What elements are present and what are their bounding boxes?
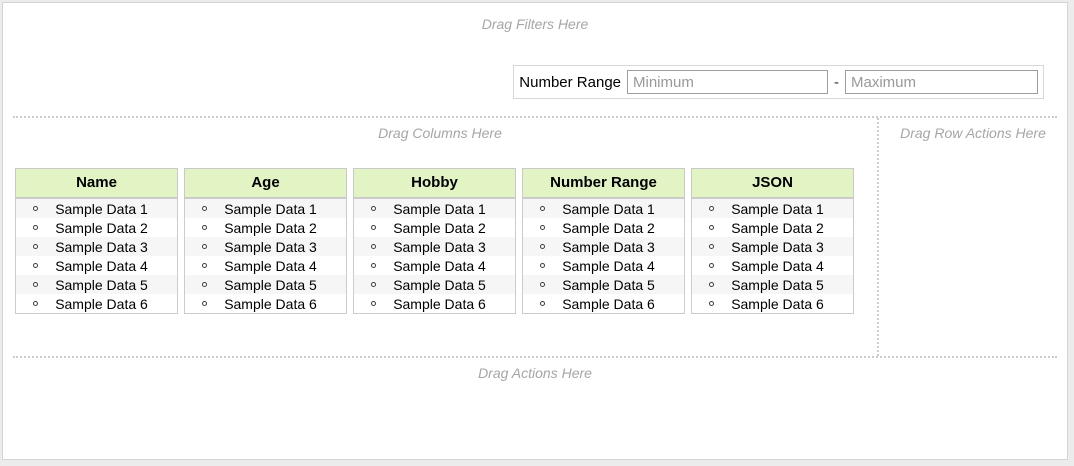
list-item: Sample Data 2 (523, 218, 684, 237)
column-header[interactable]: Name (15, 168, 178, 198)
column-number-range[interactable]: Number Range Sample Data 1 Sample Data 2… (522, 168, 685, 314)
list-item: Sample Data 2 (16, 218, 177, 237)
list-item: Sample Data 3 (692, 237, 853, 256)
list-item: Sample Data 5 (185, 275, 346, 294)
list-item: Sample Data 5 (523, 275, 684, 294)
filters-drop-hint: Drag Filters Here (3, 3, 1067, 32)
column-age[interactable]: Age Sample Data 1 Sample Data 2 Sample D… (184, 168, 347, 314)
list-item: Sample Data 5 (354, 275, 515, 294)
list-item: Sample Data 6 (523, 294, 684, 313)
row-actions-drop-zone[interactable]: Drag Row Actions Here (879, 118, 1067, 356)
columns-row: Name Sample Data 1 Sample Data 2 Sample … (15, 168, 877, 314)
main-zone: Drag Columns Here Name Sample Data 1 Sam… (3, 118, 1067, 356)
column-header[interactable]: Age (184, 168, 347, 198)
minimum-input[interactable] (627, 70, 828, 94)
list-item: Sample Data 2 (185, 218, 346, 237)
list-item: Sample Data 1 (354, 199, 515, 218)
list-item: Sample Data 4 (354, 256, 515, 275)
list-item: Sample Data 1 (523, 199, 684, 218)
list-item: Sample Data 5 (16, 275, 177, 294)
column-items: Sample Data 1 Sample Data 2 Sample Data … (522, 198, 685, 314)
column-items: Sample Data 1 Sample Data 2 Sample Data … (353, 198, 516, 314)
column-header[interactable]: Hobby (353, 168, 516, 198)
list-item: Sample Data 4 (185, 256, 346, 275)
list-item: Sample Data 6 (692, 294, 853, 313)
column-header[interactable]: JSON (691, 168, 854, 198)
list-item: Sample Data 4 (16, 256, 177, 275)
list-item: Sample Data 5 (692, 275, 853, 294)
filters-drop-zone[interactable]: Drag Filters Here Number Range - (3, 3, 1067, 116)
columns-drop-hint: Drag Columns Here (3, 118, 877, 141)
list-item: Sample Data 1 (185, 199, 346, 218)
row-actions-drop-hint: Drag Row Actions Here (879, 118, 1067, 141)
list-item: Sample Data 1 (692, 199, 853, 218)
list-item: Sample Data 2 (692, 218, 853, 237)
list-item: Sample Data 6 (16, 294, 177, 313)
columns-drop-zone[interactable]: Drag Columns Here Name Sample Data 1 Sam… (3, 118, 879, 356)
number-range-filter-widget[interactable]: Number Range - (513, 65, 1044, 99)
actions-drop-hint: Drag Actions Here (3, 358, 1067, 381)
list-item: Sample Data 4 (692, 256, 853, 275)
list-item: Sample Data 6 (185, 294, 346, 313)
list-item: Sample Data 2 (354, 218, 515, 237)
list-item: Sample Data 3 (185, 237, 346, 256)
column-header[interactable]: Number Range (522, 168, 685, 198)
builder-panel: Drag Filters Here Number Range - Drag Co… (2, 2, 1068, 460)
list-item: Sample Data 4 (523, 256, 684, 275)
column-name[interactable]: Name Sample Data 1 Sample Data 2 Sample … (15, 168, 178, 314)
list-item: Sample Data 3 (523, 237, 684, 256)
maximum-input[interactable] (845, 70, 1038, 94)
list-item: Sample Data 3 (354, 237, 515, 256)
actions-drop-zone[interactable]: Drag Actions Here (3, 358, 1067, 459)
column-json[interactable]: JSON Sample Data 1 Sample Data 2 Sample … (691, 168, 854, 314)
list-item: Sample Data 6 (354, 294, 515, 313)
list-item: Sample Data 1 (16, 199, 177, 218)
list-item: Sample Data 3 (16, 237, 177, 256)
column-items: Sample Data 1 Sample Data 2 Sample Data … (691, 198, 854, 314)
range-separator: - (828, 74, 845, 91)
column-items: Sample Data 1 Sample Data 2 Sample Data … (184, 198, 347, 314)
column-hobby[interactable]: Hobby Sample Data 1 Sample Data 2 Sample… (353, 168, 516, 314)
column-items: Sample Data 1 Sample Data 2 Sample Data … (15, 198, 178, 314)
number-range-filter-label: Number Range (519, 74, 627, 91)
